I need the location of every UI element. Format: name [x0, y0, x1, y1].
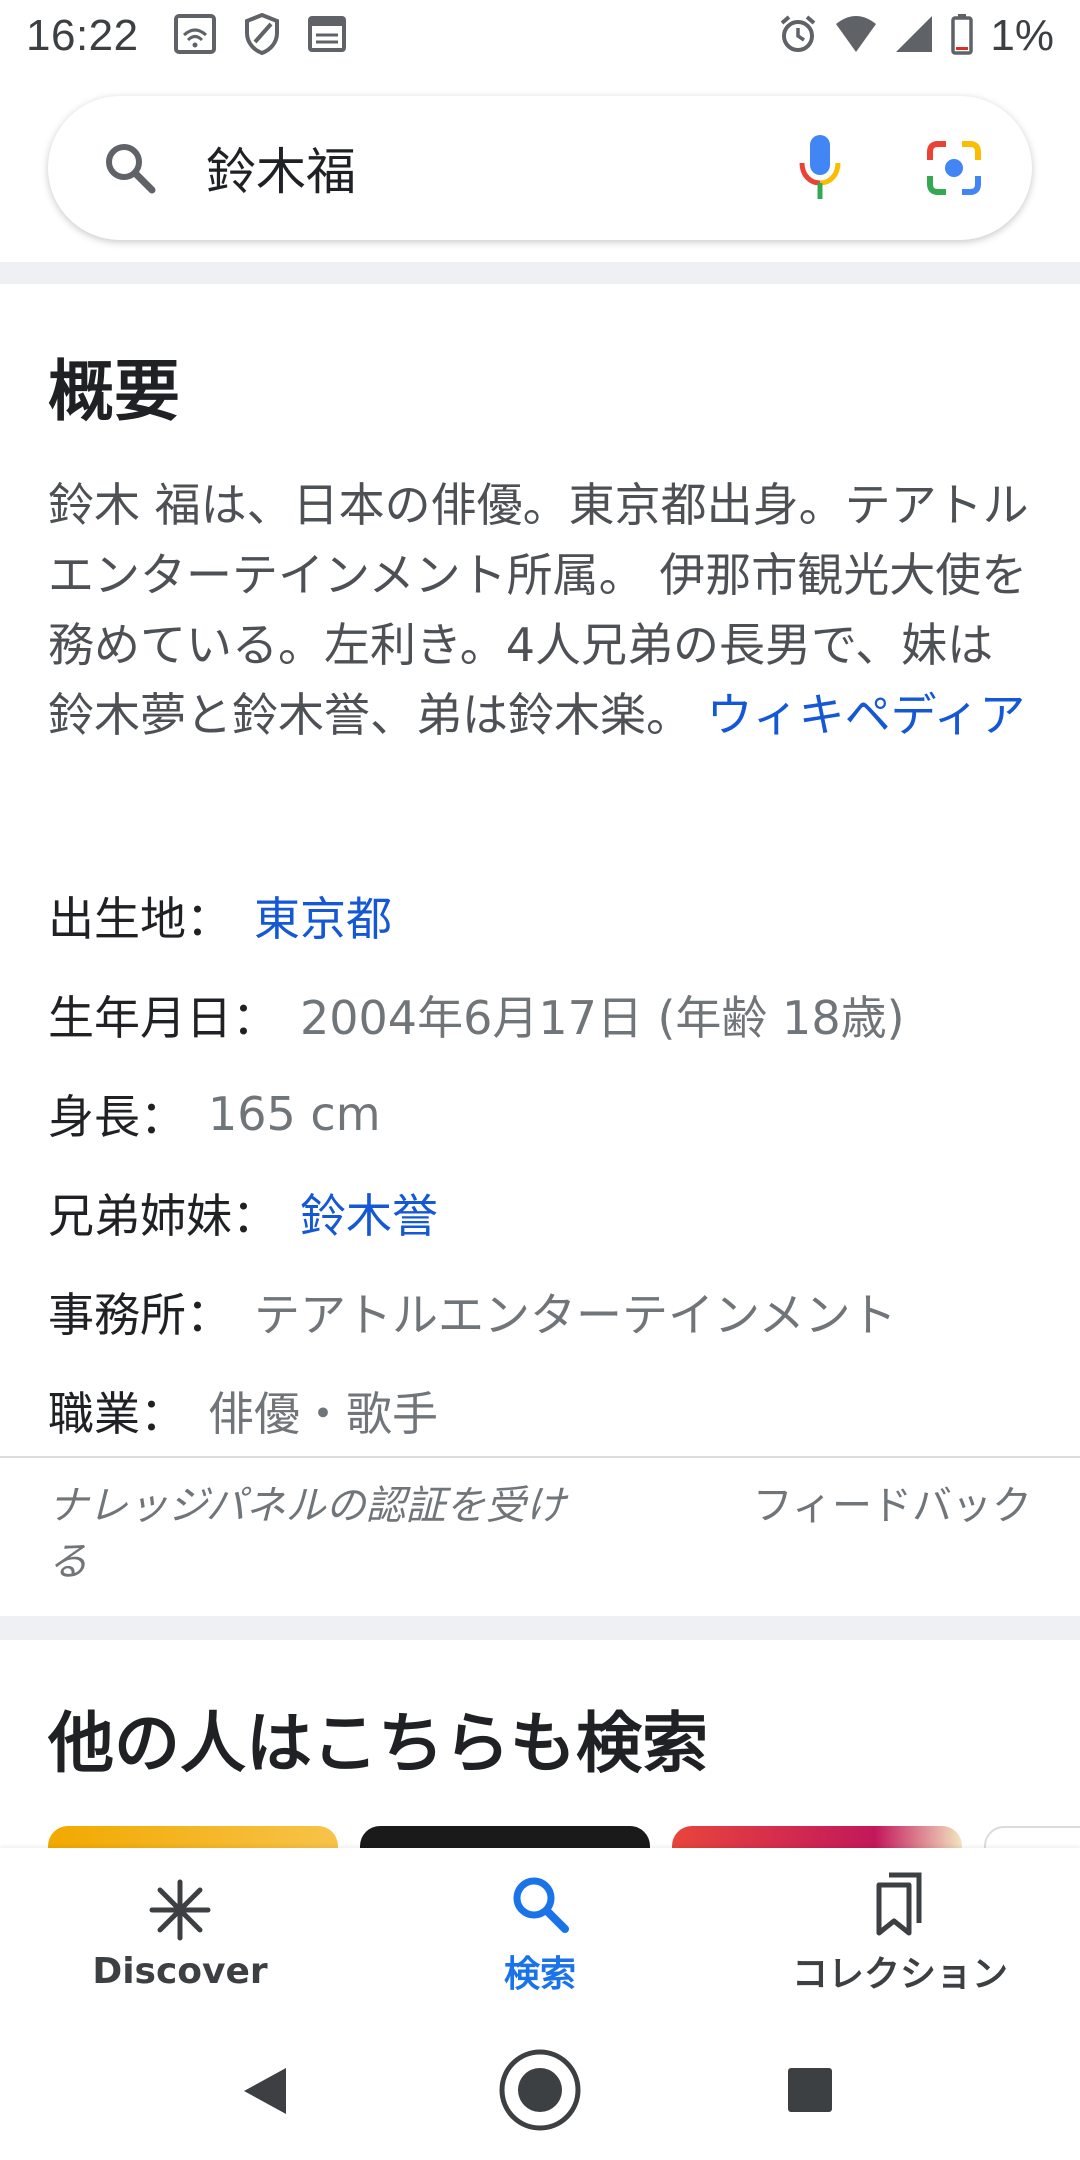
fact-label: 兄弟姉妹 — [48, 1188, 232, 1243]
knowledge-facts: 出生地：東京都 生年月日： 2004年6月17日 (年齢 18歳) 身長： 165 … — [48, 866, 1048, 1460]
feedback-link[interactable]: フィードバック — [753, 1478, 1032, 1534]
nav-label: Discover — [92, 1950, 268, 1992]
fact-row-siblings: 兄弟姉妹： 鈴木誉 — [48, 1163, 1048, 1262]
shield-icon — [243, 12, 281, 61]
fact-value: 2004年6月17日 (年齢 18歳) — [300, 990, 905, 1045]
status-bar: 16:22 1% — [0, 0, 1080, 72]
fact-row-agency: 事務所： テアトルエンターテインメント — [48, 1262, 1048, 1361]
fact-label: 生年月日 — [48, 990, 232, 1045]
fact-row-birthdate: 生年月日： 2004年6月17日 (年齢 18歳) — [48, 965, 1048, 1064]
fact-label: 職業 — [48, 1386, 140, 1441]
fact-label: 身長 — [48, 1089, 140, 1144]
claim-panel-link[interactable]: ナレッジパネルの認証を受ける — [48, 1478, 568, 1590]
knowledge-title: 概要 — [48, 353, 180, 430]
battery-percent: 1% — [990, 11, 1054, 60]
fact-label: 出生地 — [48, 891, 186, 946]
fact-separator: ： — [232, 1188, 278, 1243]
fact-separator: ： — [140, 1089, 186, 1144]
nav-label: 検索 — [503, 1954, 576, 1995]
system-navigation — [0, 2020, 1080, 2160]
fact-separator: ： — [186, 891, 232, 946]
fact-separator: ： — [232, 990, 278, 1045]
search-input[interactable]: 鈴木福 — [206, 132, 796, 204]
nav-collections[interactable]: コレクション — [720, 1848, 1080, 2020]
person-thumbnail[interactable] — [984, 1826, 1080, 1848]
signal-icon — [894, 14, 934, 59]
recents-icon[interactable] — [786, 2066, 834, 2118]
fact-value: 165 cm — [208, 1086, 381, 1141]
fact-row-occupation: 職業： 俳優・歌手 — [48, 1361, 1048, 1460]
nav-search[interactable]: 検索 — [360, 1848, 720, 2020]
person-thumbnail[interactable] — [672, 1826, 962, 1848]
fact-separator: ： — [186, 1287, 232, 1342]
people-also-search-title: 他の人はこちらも検索 — [48, 1705, 708, 1782]
knowledge-description: 鈴木 福は、日本の俳優。東京都出身。テアトルエンターテインメント所属。 伊那市観… — [48, 470, 1038, 750]
status-time: 16:22 — [26, 11, 139, 60]
news-icon — [307, 15, 347, 58]
wifi-icon — [834, 14, 878, 59]
search-icon — [507, 1871, 573, 1937]
lens-icon[interactable] — [924, 138, 984, 198]
section-separator — [0, 1616, 1080, 1640]
back-icon[interactable] — [240, 2064, 290, 2122]
wikipedia-link[interactable]: ウィキペディア — [707, 688, 1026, 742]
section-separator — [0, 262, 1080, 284]
bookmarks-icon — [867, 1871, 933, 1937]
nav-label: コレクション — [791, 1954, 1008, 1995]
wifi-card-icon — [173, 13, 217, 60]
fact-value-link[interactable]: 鈴木誉 — [300, 1180, 438, 1246]
people-also-search-carousel[interactable] — [48, 1826, 1080, 1848]
fact-value: 俳優・歌手 — [208, 1386, 438, 1441]
home-icon[interactable] — [498, 2048, 582, 2136]
fact-value-link[interactable]: 東京都 — [254, 883, 392, 949]
person-thumbnail[interactable] — [48, 1826, 338, 1848]
fact-separator: ： — [140, 1386, 186, 1441]
divider — [0, 1456, 1080, 1458]
search-icon[interactable] — [100, 138, 160, 198]
fact-label: 事務所 — [48, 1287, 186, 1342]
person-thumbnail[interactable] — [360, 1826, 650, 1848]
alarm-icon — [778, 14, 818, 59]
battery-icon — [950, 13, 974, 60]
nav-discover[interactable]: Discover — [0, 1848, 360, 2020]
bottom-navigation: Discover 検索 コレクション — [0, 1848, 1080, 2020]
asterisk-icon — [147, 1877, 213, 1943]
fact-row-birthplace: 出生地： 東京都 — [48, 866, 1048, 965]
fact-row-height: 身長： 165 cm — [48, 1064, 1048, 1163]
fact-value: テアトルエンターテインメント — [254, 1287, 897, 1342]
mic-icon[interactable] — [796, 133, 844, 203]
search-bar[interactable]: 鈴木福 — [48, 96, 1032, 240]
